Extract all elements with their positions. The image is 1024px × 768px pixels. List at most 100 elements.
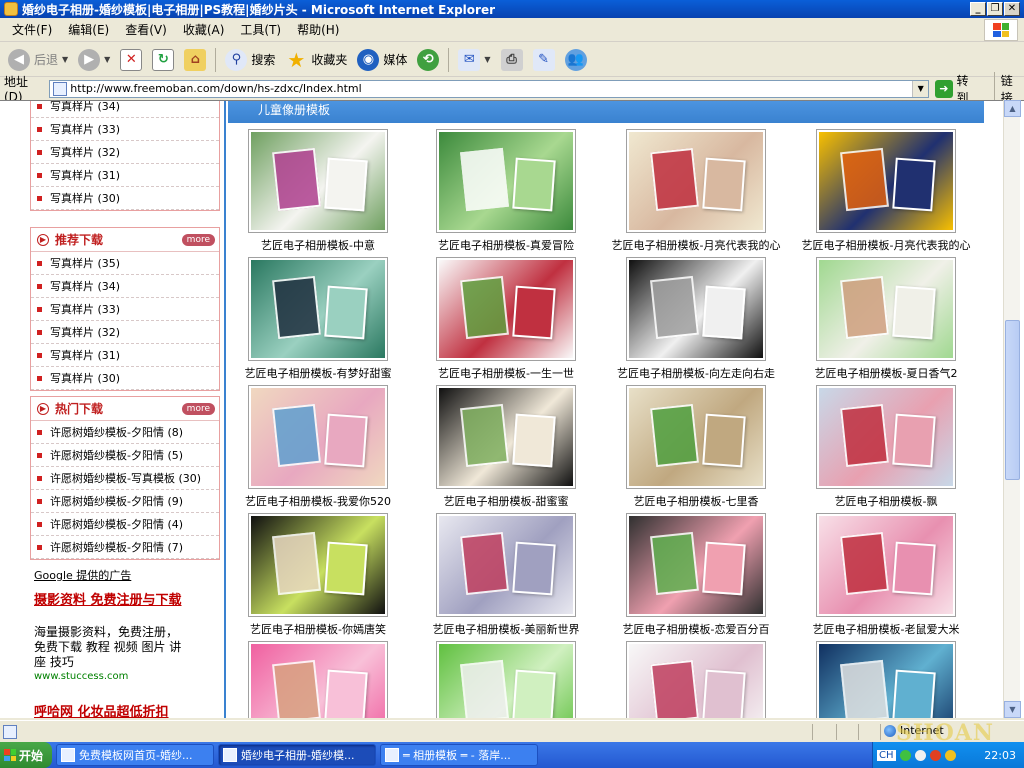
- album-caption[interactable]: 艺匠电子相册模板-美丽新世界: [406, 621, 606, 637]
- print-button[interactable]: ⎙: [497, 46, 527, 74]
- album-caption[interactable]: 艺匠电子相册模板-向左走向右走: [596, 365, 796, 381]
- menu-edit[interactable]: 编辑(E): [60, 21, 117, 38]
- album-caption[interactable]: 艺匠电子相册模板-恋爱百分百: [596, 621, 796, 637]
- antivirus-icon[interactable]: [929, 749, 941, 761]
- album-caption[interactable]: 艺匠电子相册模板-飘: [786, 493, 986, 509]
- back-button[interactable]: ◀ 后退 ▼: [4, 46, 72, 74]
- mail-button[interactable]: ✉ ▼: [454, 46, 494, 74]
- album-caption[interactable]: 艺匠电子相册模板-七里香: [596, 493, 796, 509]
- album-caption[interactable]: 艺匠电子相册模板-夏日香气2: [786, 365, 986, 381]
- album-thumbnail[interactable]: [436, 641, 576, 718]
- album-thumbnail[interactable]: [626, 641, 766, 718]
- album-thumbnail[interactable]: [816, 513, 956, 617]
- refresh-button[interactable]: ↻: [148, 46, 178, 74]
- list-item[interactable]: 写真样片 (33): [31, 298, 219, 321]
- album-caption[interactable]: 艺匠电子相册模板-甜蜜蜜: [406, 493, 606, 509]
- album-caption[interactable]: 艺匠电子相册模板-有梦好甜蜜: [218, 365, 418, 381]
- album-caption[interactable]: 艺匠电子相册模板-中意: [218, 237, 418, 253]
- home-button[interactable]: ⌂: [180, 46, 210, 74]
- album-caption[interactable]: 艺匠电子相册模板-老鼠爱大米: [786, 621, 986, 637]
- taskbar-item-active[interactable]: 婚纱电子相册-婚纱模...: [218, 744, 376, 766]
- close-button[interactable]: ✕: [1004, 2, 1020, 16]
- hot-more-button[interactable]: more: [181, 403, 215, 415]
- list-item[interactable]: 写真样片 (33): [31, 118, 219, 141]
- list-item[interactable]: 许愿树婚纱模板-夕阳情 (4): [31, 513, 219, 536]
- restore-button[interactable]: ❐: [987, 2, 1003, 16]
- network-icon[interactable]: [899, 749, 911, 761]
- messenger-button[interactable]: 👥: [561, 46, 591, 74]
- address-dropdown-icon[interactable]: ▼: [912, 80, 929, 97]
- list-item[interactable]: 写真样片 (31): [31, 344, 219, 367]
- volume-icon[interactable]: [914, 749, 926, 761]
- album-thumbnail[interactable]: [626, 129, 766, 233]
- security-shield-icon[interactable]: [944, 749, 956, 761]
- ad1-title-link[interactable]: 摄影资料 免费注册与下载: [34, 593, 194, 609]
- album-thumbnail[interactable]: [248, 641, 388, 718]
- album-caption[interactable]: 艺匠电子相册模板-一生一世: [406, 365, 606, 381]
- back-dropdown-icon[interactable]: ▼: [62, 55, 68, 64]
- vertical-scrollbar[interactable]: ▲ ▼: [1003, 100, 1021, 718]
- language-indicator[interactable]: CH: [877, 749, 896, 761]
- ad2-title-link[interactable]: 呼哈网 化妆品超低折扣: [34, 705, 194, 718]
- list-item[interactable]: 许愿树婚纱模板-夕阳情 (8): [31, 421, 219, 444]
- album-caption[interactable]: 艺匠电子相册模板-你嫣唐笑: [218, 621, 418, 637]
- album-thumbnail[interactable]: [626, 257, 766, 361]
- album-thumbnail[interactable]: [436, 513, 576, 617]
- stop-button[interactable]: ✕: [116, 46, 146, 74]
- list-item[interactable]: 写真样片 (34): [31, 101, 219, 118]
- album-caption[interactable]: 艺匠电子相册模板-我爱你520: [218, 493, 418, 509]
- media-button[interactable]: ◉ 媒体: [353, 46, 411, 74]
- taskbar-item[interactable]: ═ 相册模板 ═ - 落岸...: [380, 744, 538, 766]
- list-item[interactable]: 许愿树婚纱模板-夕阳情 (7): [31, 536, 219, 559]
- mail-dropdown-icon[interactable]: ▼: [484, 55, 490, 64]
- history-button[interactable]: ⟲: [413, 46, 443, 74]
- search-button[interactable]: ⚲ 搜索: [221, 46, 279, 74]
- list-item[interactable]: 写真样片 (32): [31, 141, 219, 164]
- album-thumbnail[interactable]: [816, 129, 956, 233]
- menu-file[interactable]: 文件(F): [4, 21, 60, 38]
- scroll-down-icon[interactable]: ▼: [1004, 701, 1021, 718]
- album-thumbnail[interactable]: [626, 513, 766, 617]
- list-item[interactable]: 写真样片 (30): [31, 367, 219, 390]
- taskbar-item[interactable]: 免费模板网首页-婚纱...: [56, 744, 214, 766]
- ie-window-icon[interactable]: [4, 2, 18, 16]
- minimize-button[interactable]: _: [970, 2, 986, 16]
- list-item[interactable]: 写真样片 (32): [31, 321, 219, 344]
- list-item[interactable]: 许愿树婚纱模板-夕阳情 (5): [31, 444, 219, 467]
- recommend-more-button[interactable]: more: [181, 234, 215, 246]
- album-thumbnail[interactable]: [436, 385, 576, 489]
- album-thumbnail[interactable]: [248, 129, 388, 233]
- album-thumbnail[interactable]: [626, 385, 766, 489]
- album-thumbnail[interactable]: [816, 257, 956, 361]
- start-button[interactable]: 开始: [0, 742, 52, 768]
- scroll-thumb[interactable]: [1005, 320, 1020, 480]
- menu-favorites[interactable]: 收藏(A): [175, 21, 233, 38]
- list-item[interactable]: 许愿树婚纱模板-写真模板 (30): [31, 467, 219, 490]
- address-input[interactable]: [70, 82, 929, 95]
- scroll-up-icon[interactable]: ▲: [1004, 100, 1021, 117]
- list-item[interactable]: 写真样片 (30): [31, 187, 219, 210]
- google-ads-label[interactable]: Google 提供的广告: [34, 567, 131, 583]
- menu-help[interactable]: 帮助(H): [289, 21, 347, 38]
- list-item[interactable]: 写真样片 (35): [31, 252, 219, 275]
- album-thumbnail[interactable]: [248, 257, 388, 361]
- album-thumbnail[interactable]: [816, 641, 956, 718]
- album-thumbnail[interactable]: [436, 129, 576, 233]
- forward-dropdown-icon[interactable]: ▼: [104, 55, 110, 64]
- list-item[interactable]: 许愿树婚纱模板-夕阳情 (9): [31, 490, 219, 513]
- forward-button[interactable]: ▶ ▼: [74, 46, 114, 74]
- album-thumbnail[interactable]: [248, 513, 388, 617]
- album-thumbnail[interactable]: [436, 257, 576, 361]
- ad1-url[interactable]: www.stuccess.com: [34, 671, 128, 682]
- address-field[interactable]: ▼: [49, 79, 930, 98]
- edit-button[interactable]: ✎: [529, 46, 559, 74]
- favorites-button[interactable]: ★ 收藏夹: [281, 46, 351, 74]
- list-item[interactable]: 写真样片 (31): [31, 164, 219, 187]
- menu-tools[interactable]: 工具(T): [232, 21, 289, 38]
- album-thumbnail[interactable]: [248, 385, 388, 489]
- album-caption[interactable]: 艺匠电子相册模板-月亮代表我的心: [786, 237, 986, 253]
- menu-view[interactable]: 查看(V): [117, 21, 175, 38]
- clock[interactable]: 22:03: [984, 749, 1016, 762]
- album-caption[interactable]: 艺匠电子相册模板-月亮代表我的心: [596, 237, 796, 253]
- list-item[interactable]: 写真样片 (34): [31, 275, 219, 298]
